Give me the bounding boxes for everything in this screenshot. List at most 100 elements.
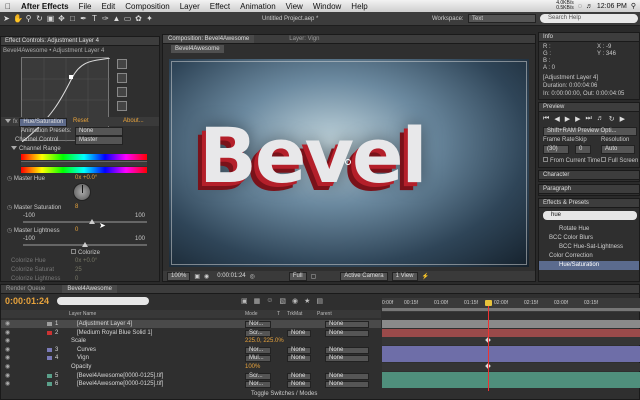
- last-frame-icon[interactable]: ⏭: [585, 115, 591, 123]
- volume-icon[interactable]: ♬: [586, 3, 593, 10]
- help-search-input[interactable]: Search Help: [540, 14, 638, 23]
- timeline-layer-row[interactable]: ◉ 3 Curves Nor... None None: [1, 346, 381, 354]
- layer-name[interactable]: Vign: [77, 354, 89, 362]
- parent-select[interactable]: None: [325, 346, 369, 354]
- work-area-bar[interactable]: [382, 308, 640, 311]
- channel-range-slider[interactable]: [21, 161, 147, 166]
- effect-reset-link[interactable]: Reset: [73, 118, 89, 124]
- camera-tool-icon[interactable]: ▣: [46, 14, 55, 23]
- shy-layers-icon[interactable]: ☺: [266, 297, 273, 305]
- resolution-select[interactable]: Full: [288, 271, 307, 281]
- layer-mode-select[interactable]: Nor...: [245, 381, 271, 389]
- composition-timecode[interactable]: 0:00:01:24: [217, 273, 245, 279]
- label-color-swatch[interactable]: [47, 347, 52, 352]
- parent-select[interactable]: None: [325, 355, 369, 363]
- label-color-swatch[interactable]: [47, 330, 52, 335]
- property-track[interactable]: [382, 363, 640, 371]
- timeline-timecode[interactable]: 0:00:01:24: [5, 296, 49, 306]
- roto-brush-icon[interactable]: ✿: [134, 14, 143, 23]
- stamp-tool-icon[interactable]: ▲: [112, 14, 121, 23]
- parent-select[interactable]: None: [325, 321, 369, 328]
- skip-select[interactable]: 0: [575, 145, 591, 154]
- curves-reset-icon[interactable]: [117, 101, 127, 111]
- layer-duration-bar[interactable]: [382, 371, 640, 380]
- visibility-eye-icon[interactable]: ◉: [5, 320, 10, 328]
- property-track[interactable]: [382, 337, 640, 346]
- property-value[interactable]: 225.0, 225.0%: [245, 337, 284, 345]
- effect-name-label[interactable]: fx Hue/Saturation: [5, 118, 68, 127]
- layer-mode-select[interactable]: Scr...: [245, 372, 271, 380]
- wifi-icon[interactable]: ◌: [578, 3, 582, 10]
- layer-name[interactable]: [Bevel4Awesome[0000-0125].tif]: [77, 372, 163, 380]
- label-color-swatch[interactable]: [47, 373, 52, 378]
- effects-list-item[interactable]: Hue/Saturation: [539, 261, 639, 270]
- label-color-swatch[interactable]: [47, 322, 52, 326]
- menu-layer[interactable]: Layer: [175, 2, 205, 11]
- animation-presets-select[interactable]: None: [75, 127, 123, 136]
- layer-name[interactable]: [Bevel4Awesome[0000-0125].tif]: [77, 380, 163, 388]
- layer-duration-bar[interactable]: [382, 354, 640, 363]
- camera-snapshot-icon[interactable]: ◉: [204, 273, 209, 280]
- menu-effect[interactable]: Effect: [205, 2, 235, 11]
- zoom-tool-icon[interactable]: ⚲: [24, 14, 33, 23]
- timeline-layer-row[interactable]: ◉ 5 [Bevel4Awesome[0000-0125].tif] Scr... No…: [1, 372, 381, 380]
- workspace-select[interactable]: Text: [468, 14, 536, 23]
- clock[interactable]: 12:06 PM: [597, 3, 627, 10]
- playhead[interactable]: [488, 302, 489, 391]
- layer-name[interactable]: [Adjustment Layer 4]: [77, 320, 132, 328]
- loop-icon[interactable]: ↻: [609, 115, 615, 123]
- graph-editor-icon[interactable]: ▤: [316, 297, 323, 305]
- paragraph-tab[interactable]: Paragraph: [539, 185, 639, 194]
- next-frame-icon[interactable]: ▶: [575, 115, 580, 123]
- frame-blending-icon[interactable]: ▧: [279, 297, 286, 305]
- layer-mode-select[interactable]: Mul...: [245, 355, 271, 363]
- from-current-time-checkbox[interactable]: From Current Time: [543, 157, 600, 164]
- master-hue-stopwatch-icon[interactable]: ◷: [7, 176, 12, 182]
- timeline-layer-row[interactable]: ◉ 4 Vign Mul... None None: [1, 354, 381, 363]
- rectangle-tool-icon[interactable]: □: [68, 14, 77, 23]
- master-saturation-slider[interactable]: [23, 221, 147, 223]
- col-trkmat[interactable]: TrkMat: [287, 310, 302, 318]
- effect-controls-tab[interactable]: Effect Controls: Adjustment Layer 4: [1, 37, 159, 46]
- playhead-handle-icon[interactable]: [485, 300, 492, 306]
- zoom-select[interactable]: 100%: [167, 271, 191, 281]
- pan-behind-tool-icon[interactable]: ✥: [57, 14, 66, 23]
- track-matte-select[interactable]: None: [287, 381, 311, 389]
- menu-composition[interactable]: Composition: [120, 2, 174, 11]
- hand-tool-icon[interactable]: ✋: [13, 14, 23, 23]
- label-color-swatch[interactable]: [47, 356, 52, 361]
- curves-smooth-icon[interactable]: [117, 87, 127, 97]
- toggle-switches-modes[interactable]: Toggle Switches / Modes: [251, 391, 317, 397]
- property-value[interactable]: 100%: [245, 363, 260, 371]
- render-queue-tab[interactable]: Render Queue: [1, 285, 50, 293]
- visibility-eye-icon[interactable]: ◉: [5, 329, 10, 337]
- timeline-layer-row[interactable]: ◉ 6 [Bevel4Awesome[0000-0125].tif] Nor... No…: [1, 380, 381, 389]
- layer-mode-select[interactable]: Nor...: [245, 346, 271, 354]
- visibility-eye-icon[interactable]: ◉: [5, 372, 10, 380]
- layer-tab[interactable]: Layer: Vign: [284, 35, 324, 43]
- channel-range-label[interactable]: Channel Range: [11, 146, 61, 152]
- first-frame-icon[interactable]: ⏮: [543, 115, 549, 123]
- track-matte-select[interactable]: None: [287, 346, 311, 354]
- parent-select[interactable]: None: [325, 381, 369, 389]
- eraser-tool-icon[interactable]: ▭: [123, 14, 132, 23]
- apple-icon[interactable]: : [0, 2, 16, 11]
- brainstorm-icon[interactable]: ★: [304, 297, 310, 305]
- spotlight-icon[interactable]: ⚲: [631, 2, 636, 10]
- composition-viewer[interactable]: Bevel: [169, 59, 529, 267]
- layer-name[interactable]: Opacity: [71, 363, 91, 371]
- layer-duration-bar[interactable]: [382, 328, 640, 337]
- menu-window[interactable]: Window: [308, 2, 346, 11]
- master-saturation-slider-handle[interactable]: [89, 219, 95, 224]
- full-screen-checkbox[interactable]: Full Screen: [601, 157, 638, 164]
- master-hue-value[interactable]: 0x +0.0°: [75, 175, 97, 181]
- rotate-tool-icon[interactable]: ↻: [35, 14, 44, 23]
- menu-file[interactable]: File: [74, 2, 97, 11]
- col-mode[interactable]: Mode: [245, 310, 258, 318]
- puppet-tool-icon[interactable]: ✦: [145, 14, 154, 23]
- track-matte-select[interactable]: None: [287, 372, 311, 380]
- audio-icon[interactable]: ♬: [597, 115, 604, 123]
- master-hue-dial[interactable]: [73, 183, 91, 201]
- frame-rate-select[interactable]: (30): [543, 145, 569, 154]
- label-color-swatch[interactable]: [47, 382, 52, 387]
